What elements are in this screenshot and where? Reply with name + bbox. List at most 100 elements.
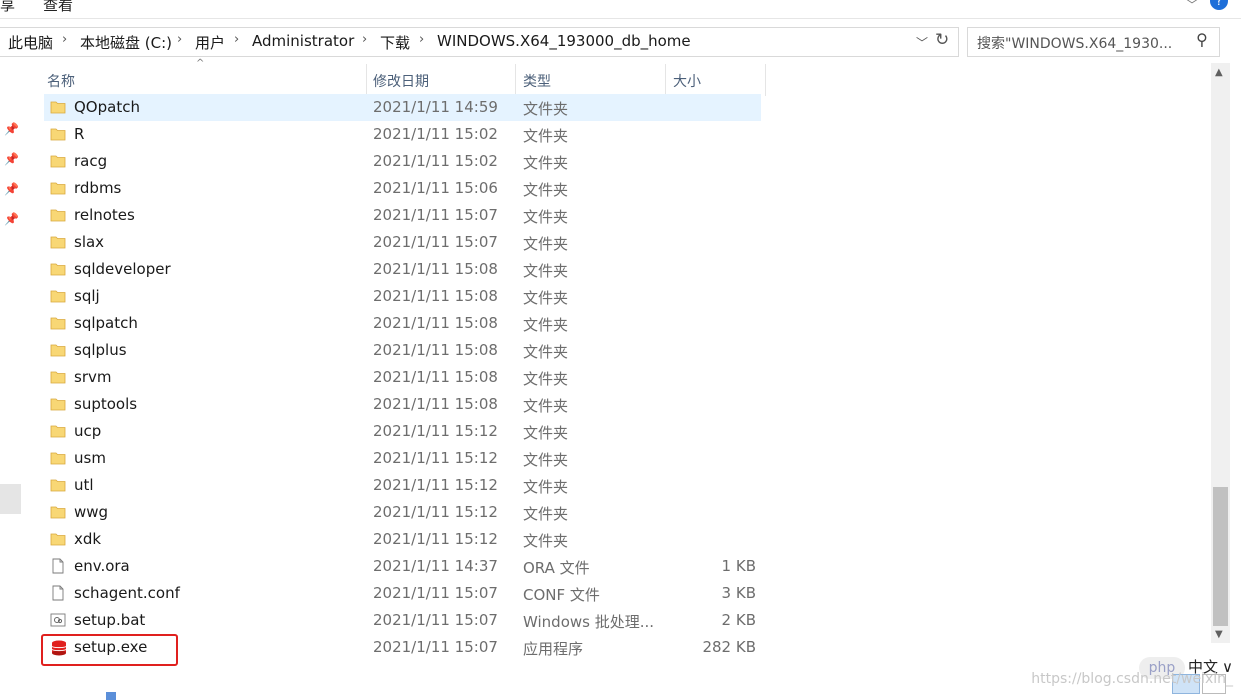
folder-icon: [50, 207, 66, 223]
file-date: 2021/1/11 15:07: [373, 206, 498, 224]
file-row[interactable]: sqlpatch 2021/1/11 15:08 文件夹: [44, 310, 761, 337]
address-history-dropdown-icon[interactable]: ﹀: [916, 34, 928, 51]
file-row[interactable]: wwg 2021/1/11 15:12 文件夹: [44, 499, 761, 526]
breadcrumb-local-disk[interactable]: 本地磁盘 (C:): [80, 32, 172, 53]
file-size: 1 KB: [721, 557, 756, 575]
file-name: setup.bat: [74, 611, 146, 629]
file-type: 应用程序: [523, 640, 584, 658]
file-size: 3 KB: [721, 584, 756, 602]
file-row[interactable]: env.ora 2021/1/11 14:37 ORA 文件 1 KB: [44, 553, 761, 580]
folder-icon: [50, 342, 66, 358]
chevron-right-icon[interactable]: ›: [362, 32, 367, 47]
address-bar[interactable]: 此电脑 › 本地磁盘 (C:) › 用户 › Administrator › 下…: [0, 27, 959, 57]
search-box[interactable]: 搜索"WINDOWS.X64_1930... ⚲: [967, 27, 1220, 57]
file-type: 文件夹: [523, 532, 569, 550]
folder-icon: [50, 396, 66, 412]
help-icon[interactable]: ?: [1210, 0, 1228, 10]
chevron-right-icon[interactable]: ›: [177, 32, 182, 47]
status-bar: [0, 688, 1241, 700]
file-row[interactable]: sqldeveloper 2021/1/11 15:08 文件夹: [44, 256, 761, 283]
file-type: 文件夹: [523, 262, 569, 280]
scroll-down-arrow-icon[interactable]: ▼: [1215, 629, 1223, 640]
breadcrumb-users[interactable]: 用户: [195, 32, 225, 53]
ribbon-tab-share[interactable]: 享: [0, 0, 15, 15]
folder-icon: [50, 180, 66, 196]
file-date: 2021/1/11 14:37: [373, 557, 498, 575]
file-row[interactable]: racg 2021/1/11 15:02 文件夹: [44, 148, 761, 175]
pin-icon[interactable]: 📌: [4, 152, 19, 166]
folder-icon: [50, 234, 66, 250]
folder-icon: [50, 99, 66, 115]
nav-pane-selected-item[interactable]: [0, 484, 21, 514]
file-row[interactable]: suptools 2021/1/11 15:08 文件夹: [44, 391, 761, 418]
file-row[interactable]: QOpatch 2021/1/11 14:59 文件夹: [44, 94, 761, 121]
scroll-up-arrow-icon[interactable]: ▲: [1215, 67, 1223, 78]
folder-icon: [50, 369, 66, 385]
file-row[interactable]: srvm 2021/1/11 15:08 文件夹: [44, 364, 761, 391]
file-name: relnotes: [74, 206, 135, 224]
column-divider[interactable]: [366, 64, 367, 96]
file-date: 2021/1/11 15:07: [373, 233, 498, 251]
file-type: 文件夹: [523, 100, 569, 118]
file-type: 文件夹: [523, 478, 569, 496]
file-row[interactable]: xdk 2021/1/11 15:12 文件夹: [44, 526, 761, 553]
column-header-name[interactable]: 名称: [47, 71, 75, 91]
file-row[interactable]: slax 2021/1/11 15:07 文件夹: [44, 229, 761, 256]
file-name: schagent.conf: [74, 584, 180, 602]
file-name: rdbms: [74, 179, 122, 197]
file-row[interactable]: schagent.conf 2021/1/11 15:07 CONF 文件 3 KB: [44, 580, 761, 607]
folder-icon: [50, 450, 66, 466]
breadcrumb-this-pc[interactable]: 此电脑: [8, 32, 53, 53]
file-row[interactable]: utl 2021/1/11 15:12 文件夹: [44, 472, 761, 499]
breadcrumb-downloads[interactable]: 下载: [380, 32, 410, 53]
ribbon-collapse-icon[interactable]: ﹀: [1186, 0, 1198, 13]
file-name: QOpatch: [74, 98, 140, 116]
file-type: 文件夹: [523, 343, 569, 361]
file-name: suptools: [74, 395, 138, 413]
file-date: 2021/1/11 14:59: [373, 98, 498, 116]
breadcrumb-current-folder[interactable]: WINDOWS.X64_193000_db_home: [437, 32, 691, 50]
column-header-date[interactable]: 修改日期: [373, 71, 429, 91]
file-row[interactable]: relnotes 2021/1/11 15:07 文件夹: [44, 202, 761, 229]
chevron-right-icon[interactable]: ›: [234, 32, 239, 47]
file-size: 282 KB: [702, 638, 756, 656]
chevron-right-icon[interactable]: ›: [62, 32, 67, 47]
file-row[interactable]: R 2021/1/11 15:02 文件夹: [44, 121, 761, 148]
column-divider[interactable]: [515, 64, 516, 96]
search-icon[interactable]: ⚲: [1196, 30, 1208, 49]
file-type: 文件夹: [523, 154, 569, 172]
file-row[interactable]: usm 2021/1/11 15:12 文件夹: [44, 445, 761, 472]
file-date: 2021/1/11 15:08: [373, 368, 498, 386]
batch-file-icon: [50, 612, 66, 628]
file-type: 文件夹: [523, 316, 569, 334]
refresh-icon[interactable]: ↻: [935, 30, 949, 50]
pin-icon[interactable]: 📌: [4, 122, 19, 136]
folder-icon: [50, 288, 66, 304]
scrollbar-thumb[interactable]: [1213, 487, 1228, 626]
file-row[interactable]: sqlplus 2021/1/11 15:08 文件夹: [44, 337, 761, 364]
file-type: 文件夹: [523, 451, 569, 469]
column-divider[interactable]: [765, 64, 766, 96]
file-name: sqlplus: [74, 341, 127, 359]
file-type: 文件夹: [523, 424, 569, 442]
file-row[interactable]: ucp 2021/1/11 15:12 文件夹: [44, 418, 761, 445]
breadcrumb-administrator[interactable]: Administrator: [252, 32, 354, 50]
file-type: 文件夹: [523, 127, 569, 145]
folder-icon: [50, 261, 66, 277]
pin-icon[interactable]: 📌: [4, 182, 19, 196]
pin-icon[interactable]: 📌: [4, 212, 19, 226]
file-row[interactable]: setup.bat 2021/1/11 15:07 Windows 批处理... 2 …: [44, 607, 761, 634]
chevron-right-icon[interactable]: ›: [419, 32, 424, 47]
column-header-type[interactable]: 类型: [523, 71, 551, 91]
file-name: sqldeveloper: [74, 260, 171, 278]
column-divider[interactable]: [665, 64, 666, 96]
file-type: 文件夹: [523, 208, 569, 226]
view-toggle-icon[interactable]: [106, 692, 116, 700]
watermark: https://blog.csdn.net/weixin_: [1031, 671, 1233, 687]
folder-icon: [50, 153, 66, 169]
file-row[interactable]: sqlj 2021/1/11 15:08 文件夹: [44, 283, 761, 310]
ribbon-tab-view[interactable]: 查看: [43, 0, 73, 15]
column-header-size[interactable]: 大小: [673, 71, 701, 91]
file-type: 文件夹: [523, 181, 569, 199]
file-row[interactable]: rdbms 2021/1/11 15:06 文件夹: [44, 175, 761, 202]
